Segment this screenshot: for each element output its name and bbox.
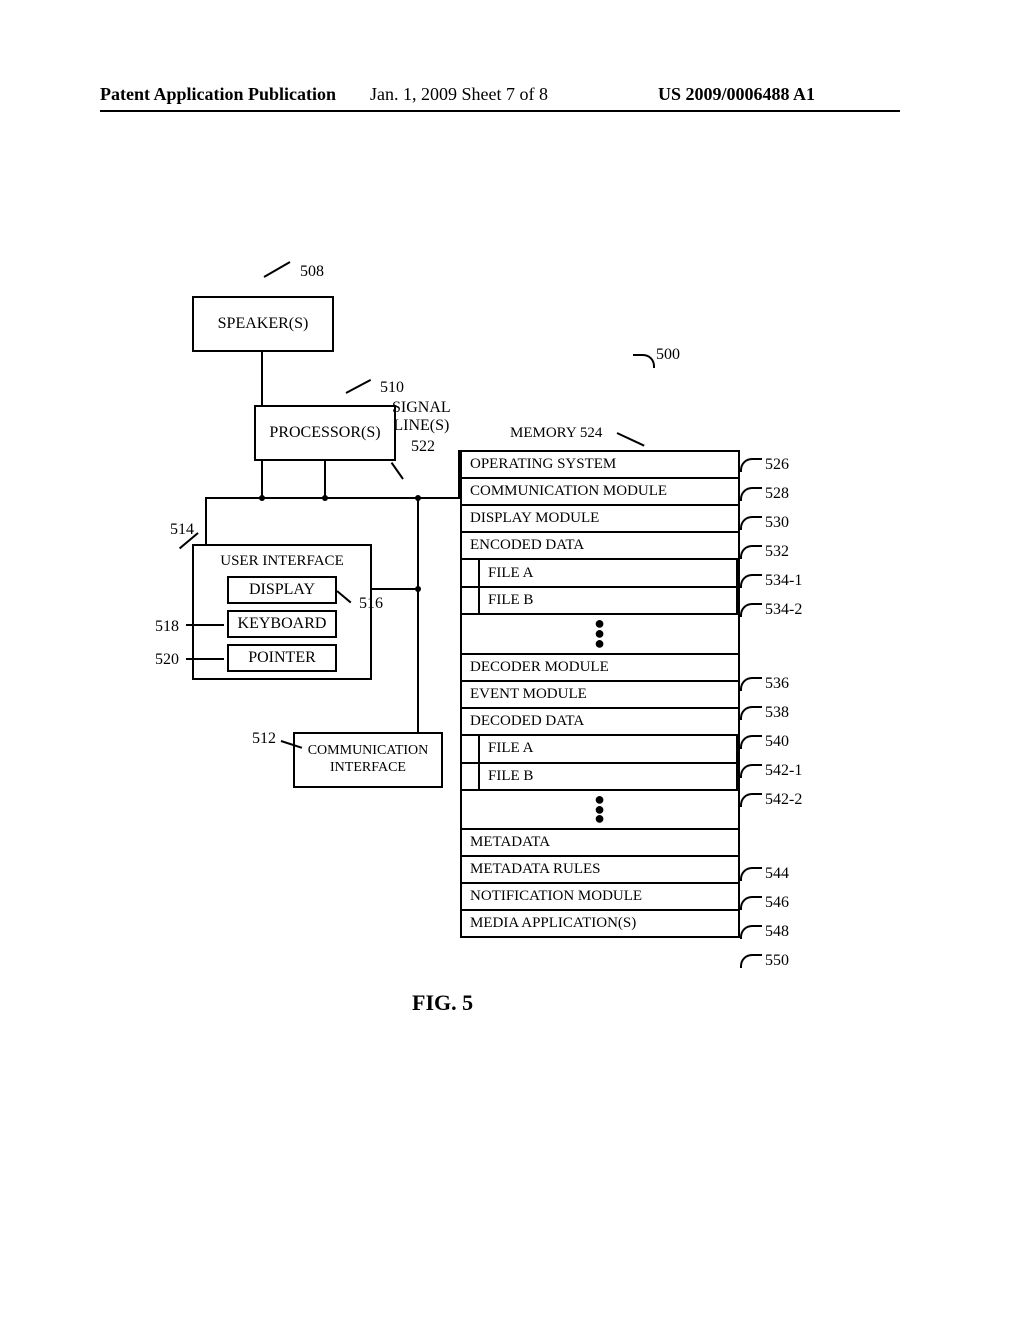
line-right-vert — [417, 497, 419, 732]
header-rule — [100, 110, 900, 112]
pointer-label: POINTER — [248, 648, 316, 667]
mem-dec-files: FILE A FILE B ●●● — [461, 735, 739, 830]
lead-530 — [740, 516, 762, 530]
comm-interface-box: COMMUNICATION INTERFACE — [293, 732, 443, 788]
ref-system: 500 — [656, 346, 680, 364]
leader-system — [633, 354, 655, 368]
comm-interface-label: COMMUNICATION INTERFACE — [308, 743, 429, 777]
ref-event: 538 — [765, 704, 789, 722]
memory-table: OPERATING SYSTEM COMMUNICATION MODULE DI… — [460, 450, 740, 938]
ref-os: 526 — [765, 456, 789, 474]
mem-dec-b: FILE B — [479, 763, 737, 790]
ref-enc-b: 534-2 — [765, 601, 802, 619]
leader-510 — [346, 379, 372, 394]
ref-signal-lines: 522 — [411, 438, 435, 456]
lead-550 — [740, 954, 762, 968]
line-speaker-down — [261, 352, 263, 405]
mem-media: MEDIA APPLICATION(S) — [461, 910, 739, 937]
ref-processors: 510 — [380, 379, 404, 397]
lead-526 — [740, 458, 762, 472]
ref-dec-b: 542-2 — [765, 791, 802, 809]
processors-label: PROCESSOR(S) — [269, 423, 380, 442]
mem-comm: COMMUNICATION MODULE — [461, 478, 739, 505]
mem-metadata: METADATA — [461, 829, 739, 856]
header-right: US 2009/0006488 A1 — [658, 84, 815, 105]
bus-node-ui — [415, 586, 421, 592]
line-to-mem — [417, 497, 460, 499]
keyboard-label: KEYBOARD — [238, 614, 327, 633]
line-mem-stub — [458, 450, 460, 497]
ref-decoder: 536 — [765, 675, 789, 693]
ref-dec-a: 542-1 — [765, 762, 802, 780]
leader-520 — [186, 658, 224, 660]
signal-lines-label: SIGNAL LINE(S) — [392, 399, 451, 436]
ref-media: 550 — [765, 952, 789, 970]
mem-enc-files: FILE A FILE B ●●● — [461, 559, 739, 654]
ref-mdrules: 546 — [765, 894, 789, 912]
figure-caption: FIG. 5 — [412, 990, 473, 1016]
memory-title: MEMORY 524 — [510, 425, 602, 442]
ref-dec-data: 540 — [765, 733, 789, 751]
lead-542-1 — [740, 764, 762, 778]
lead-532 — [740, 545, 762, 559]
leader-518 — [186, 624, 224, 626]
patent-page: Patent Application Publication Jan. 1, 2… — [0, 0, 1024, 1320]
mem-dec: DECODED DATA — [461, 708, 739, 735]
lead-542-2 — [740, 793, 762, 807]
mem-dec-a: FILE A — [479, 736, 737, 763]
mem-event: EVENT MODULE — [461, 681, 739, 708]
speakers-label: SPEAKER(S) — [218, 314, 309, 333]
mem-notif: NOTIFICATION MODULE — [461, 883, 739, 910]
ui-title: USER INTERFACE — [194, 546, 370, 570]
mem-mdrules: METADATA RULES — [461, 856, 739, 883]
ref-comm-if: 512 — [252, 730, 276, 748]
lead-548 — [740, 925, 762, 939]
lead-538 — [740, 706, 762, 720]
lead-528 — [740, 487, 762, 501]
mem-os: OPERATING SYSTEM — [461, 451, 739, 478]
line-ui-right — [372, 588, 417, 590]
header-middle: Jan. 1, 2009 Sheet 7 of 8 — [370, 84, 548, 105]
dots-icon-2: ●●● — [462, 790, 737, 829]
lead-540 — [740, 735, 762, 749]
dots-icon-1: ●●● — [462, 614, 737, 653]
mem-decoder: DECODER MODULE — [461, 654, 739, 681]
mem-disp: DISPLAY MODULE — [461, 505, 739, 532]
lead-534-2 — [740, 603, 762, 617]
pointer-box: POINTER — [227, 644, 337, 672]
ref-enc-a: 534-1 — [765, 572, 802, 590]
lead-546 — [740, 896, 762, 910]
header-left: Patent Application Publication — [100, 84, 336, 105]
lead-534-1 — [740, 574, 762, 588]
ref-keyboard: 518 — [155, 618, 179, 636]
keyboard-box: KEYBOARD — [227, 610, 337, 638]
ref-comm-mod: 528 — [765, 485, 789, 503]
mem-enc: ENCODED DATA — [461, 532, 739, 559]
display-box: DISPLAY — [227, 576, 337, 604]
ref-speakers: 508 — [300, 263, 324, 281]
bus-node-2 — [322, 495, 328, 501]
speakers-box: SPEAKER(S) — [192, 296, 334, 352]
ref-disp-mod: 530 — [765, 514, 789, 532]
lead-544 — [740, 867, 762, 881]
line-speaker-cont — [261, 461, 263, 497]
lead-536 — [740, 677, 762, 691]
line-bus-to-ui — [205, 497, 207, 544]
ref-enc-data: 532 — [765, 543, 789, 561]
leader-522 — [391, 462, 404, 480]
display-label: DISPLAY — [249, 580, 315, 599]
ref-notif: 548 — [765, 923, 789, 941]
processors-box: PROCESSOR(S) — [254, 405, 396, 461]
leader-508 — [264, 261, 291, 278]
mem-enc-b: FILE B — [479, 587, 737, 614]
ref-pointer: 520 — [155, 651, 179, 669]
ref-metadata: 544 — [765, 865, 789, 883]
ref-display: 516 — [359, 595, 383, 613]
line-proc-down — [324, 461, 326, 498]
mem-enc-a: FILE A — [479, 560, 737, 587]
leader-524 — [617, 432, 645, 446]
